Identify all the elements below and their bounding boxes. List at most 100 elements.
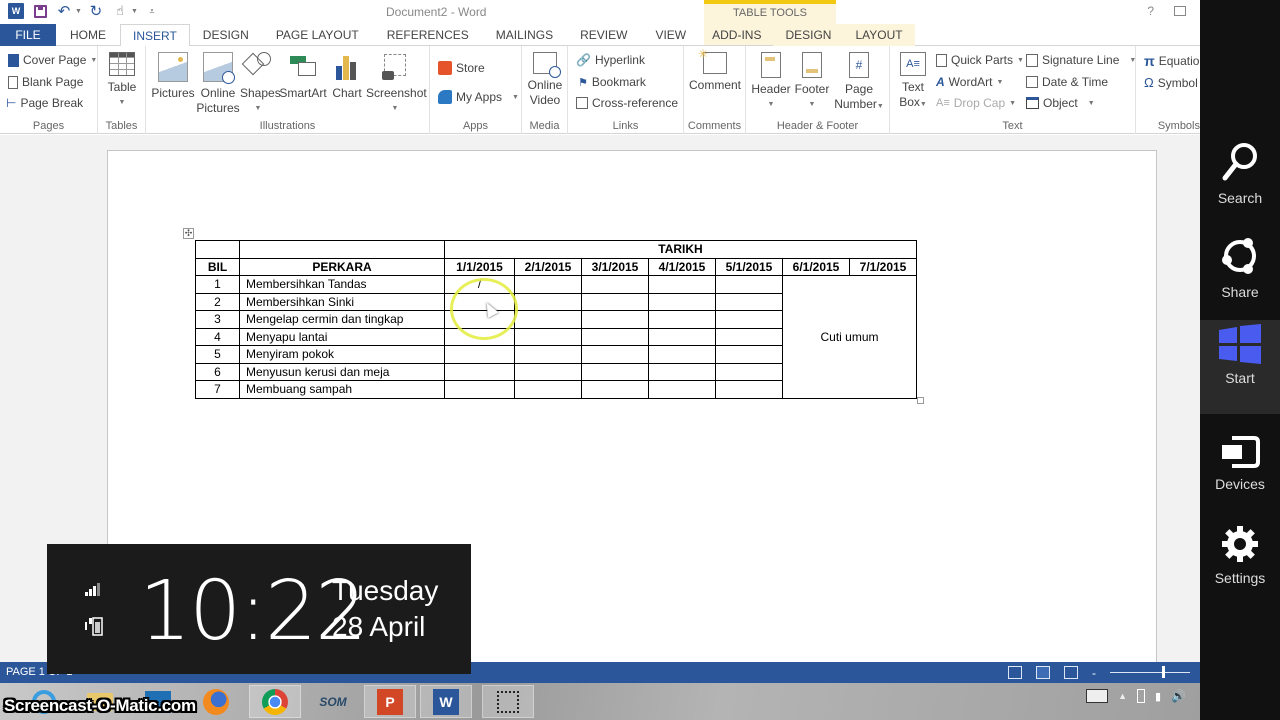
cell-date[interactable] [581, 327, 649, 346]
roster-table[interactable]: TARIKH BIL PERKARA 1/1/2015 2/1/2015 3/1… [195, 240, 917, 399]
tab-mailings[interactable]: MAILINGS [483, 24, 566, 46]
cell-bil[interactable]: 6 [195, 362, 240, 381]
shapes-button[interactable]: Shapes ▼ [240, 52, 281, 116]
cell-date[interactable] [715, 380, 783, 399]
touch-mode-dropdown-icon[interactable]: ▼ [131, 8, 138, 15]
customize-qat-icon[interactable]: ⩡ [142, 2, 162, 20]
taskbar-chrome[interactable] [249, 685, 301, 718]
tab-review[interactable]: REVIEW [566, 24, 641, 46]
cell-date[interactable] [514, 292, 582, 311]
cell-perkara[interactable]: Mengelap cermin dan tingkap [239, 310, 445, 329]
object-button[interactable]: Object ▼ [1026, 96, 1095, 110]
cell-bil[interactable]: 2 [195, 292, 240, 311]
tab-table-layout[interactable]: LAYOUT [843, 24, 915, 46]
cell-date[interactable] [715, 345, 783, 364]
cell-bil[interactable]: 1 [195, 275, 240, 294]
header-cell-empty[interactable] [195, 240, 240, 259]
touch-keyboard-icon[interactable] [1086, 689, 1109, 703]
table-resize-handle[interactable] [917, 397, 924, 404]
header-date[interactable]: 1/1/2015 [444, 257, 515, 276]
date-time-button[interactable]: Date & Time [1026, 75, 1108, 89]
ribbon-display-options-icon[interactable] [1174, 6, 1186, 16]
show-hidden-icons[interactable]: ▲ [1118, 691, 1127, 701]
cell-bil[interactable]: 4 [195, 327, 240, 346]
taskbar-screencast-o-matic[interactable]: SOM [307, 685, 359, 718]
taskbar-powerpoint[interactable]: P [364, 685, 416, 718]
signature-line-button[interactable]: Signature Line ▼ [1026, 53, 1136, 67]
cell-perkara[interactable]: Membersihkan Sinki [239, 292, 445, 311]
tab-design[interactable]: DESIGN [190, 24, 262, 46]
store-button[interactable]: Store [438, 61, 485, 75]
cell-date[interactable] [648, 380, 716, 399]
cell-date[interactable] [715, 292, 783, 311]
page-break-button[interactable]: ⊢ Page Break [6, 96, 83, 110]
footer-button[interactable]: Footer ▼ [792, 52, 832, 112]
cell-bil[interactable]: 5 [195, 345, 240, 364]
cross-reference-button[interactable]: Cross-reference [576, 96, 678, 110]
cell-perkara[interactable]: Menyusun kerusi dan meja [239, 362, 445, 381]
taskbar-word[interactable]: W [420, 685, 472, 718]
undo-icon[interactable]: ↶ [54, 2, 74, 20]
word-app-icon[interactable]: W [6, 2, 26, 20]
zoom-slider[interactable] [1110, 666, 1190, 678]
cell-date[interactable] [514, 362, 582, 381]
tab-home[interactable]: HOME [56, 24, 120, 46]
cell-date[interactable] [514, 380, 582, 399]
cell-merged-holiday[interactable]: Cuti umum [782, 275, 917, 399]
cell-date[interactable] [444, 345, 515, 364]
header-cell-empty[interactable] [239, 240, 445, 259]
header-date[interactable]: 6/1/2015 [782, 257, 850, 276]
equation-button[interactable]: π Equation [1144, 53, 1200, 69]
cell-date[interactable] [715, 362, 783, 381]
chart-button[interactable]: Chart [330, 52, 364, 101]
battery-tray-icon[interactable] [1136, 689, 1145, 703]
hyperlink-button[interactable]: 🔗 Hyperlink [576, 53, 645, 67]
touch-mode-icon[interactable]: ☝ [110, 2, 130, 20]
page-number-button[interactable]: # Page Number▼ [832, 52, 886, 114]
cell-date[interactable] [581, 275, 649, 294]
cell-date[interactable] [514, 327, 582, 346]
print-layout-icon[interactable] [1036, 666, 1050, 679]
cell-date[interactable] [444, 362, 515, 381]
cell-perkara[interactable]: Membuang sampah [239, 380, 445, 399]
drop-cap-button[interactable]: A≡ Drop Cap ▼ [936, 96, 1016, 110]
cover-page-button[interactable]: Cover Page ▼ [8, 53, 97, 67]
header-date[interactable]: 3/1/2015 [581, 257, 649, 276]
cell-date[interactable] [444, 380, 515, 399]
online-pictures-button[interactable]: Online Pictures [196, 52, 240, 116]
my-apps-button[interactable]: My Apps ▼ [438, 90, 519, 104]
cell-perkara[interactable]: Menyapu lantai [239, 327, 445, 346]
cell-date[interactable] [514, 345, 582, 364]
tab-add-ins[interactable]: ADD-INS [700, 24, 773, 46]
cell-date[interactable] [581, 345, 649, 364]
cell-date[interactable] [581, 380, 649, 399]
save-icon[interactable] [30, 2, 50, 20]
web-layout-icon[interactable] [1064, 666, 1078, 679]
tab-page-layout[interactable]: PAGE LAYOUT [262, 24, 373, 46]
undo-dropdown-icon[interactable]: ▼ [75, 8, 82, 15]
header-date[interactable]: 4/1/2015 [648, 257, 716, 276]
blank-page-button[interactable]: Blank Page [8, 75, 83, 89]
header-date[interactable]: 2/1/2015 [514, 257, 582, 276]
zoom-out-icon[interactable]: - [1092, 666, 1096, 680]
cell-perkara[interactable]: Menyiram pokok [239, 345, 445, 364]
tab-view[interactable]: VIEW [641, 24, 700, 46]
cell-date[interactable] [581, 362, 649, 381]
cell-date[interactable] [648, 275, 716, 294]
header-date[interactable]: 5/1/2015 [715, 257, 783, 276]
cell-bil[interactable]: 3 [195, 310, 240, 329]
symbol-button[interactable]: Ω Symbol [1144, 75, 1198, 90]
header-perkara[interactable]: PERKARA [239, 257, 445, 276]
cell-date[interactable] [715, 275, 783, 294]
zoom-slider-thumb[interactable] [1162, 666, 1165, 678]
header-date[interactable]: 7/1/2015 [849, 257, 917, 276]
cell-date[interactable] [715, 327, 783, 346]
cell-date[interactable] [648, 362, 716, 381]
charm-share[interactable]: Share [1200, 234, 1280, 328]
charm-settings[interactable]: Settings [1200, 520, 1280, 614]
help-icon[interactable]: ? [1147, 4, 1154, 18]
read-mode-icon[interactable] [1008, 666, 1022, 679]
comment-button[interactable]: ✳ Comment [688, 47, 742, 93]
cell-date[interactable] [648, 345, 716, 364]
redo-icon[interactable]: ↻ [86, 2, 106, 20]
